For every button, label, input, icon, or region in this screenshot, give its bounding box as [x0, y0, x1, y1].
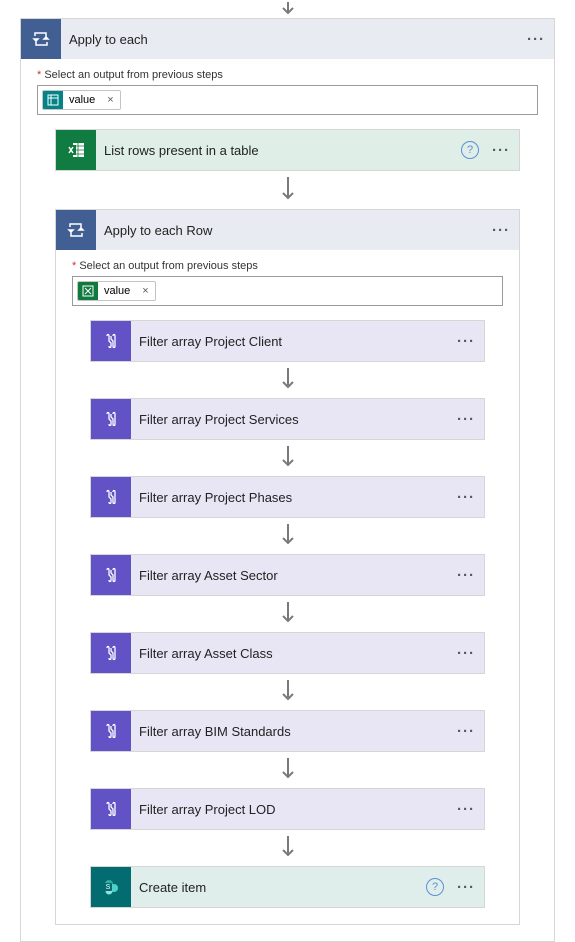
- action-title: Filter array Project LOD: [131, 802, 452, 817]
- action-title: Filter array Asset Sector: [131, 568, 452, 583]
- filter-icon: [91, 555, 131, 595]
- remove-token-icon[interactable]: ×: [136, 285, 154, 297]
- create-item-header[interactable]: S Create item? ···: [91, 867, 484, 907]
- more-menu[interactable]: ···: [452, 717, 480, 745]
- filter-icon: [91, 633, 131, 673]
- arrow: [90, 674, 485, 710]
- filter-icon: [91, 789, 131, 829]
- arrow: [90, 596, 485, 632]
- arrow: [90, 440, 485, 476]
- filter-icon: [91, 711, 131, 751]
- action-title: Filter array Project Services: [131, 412, 452, 427]
- filter-action: Filter array BIM Standards···: [90, 710, 485, 752]
- filter-action-header[interactable]: Filter array Asset Class···: [91, 633, 484, 673]
- more-menu[interactable]: ···: [452, 405, 480, 433]
- output-selector-input[interactable]: value ×: [37, 85, 538, 115]
- more-menu[interactable]: ···: [487, 216, 515, 244]
- more-menu[interactable]: ···: [452, 639, 480, 667]
- more-menu[interactable]: ···: [452, 561, 480, 589]
- help-icon[interactable]: ?: [461, 141, 479, 159]
- filter-action: Filter array Project Services···: [90, 398, 485, 440]
- action-title: Apply to each: [61, 32, 522, 47]
- remove-token-icon[interactable]: ×: [101, 94, 119, 106]
- more-menu[interactable]: ···: [522, 25, 550, 53]
- arrow: [90, 518, 485, 554]
- token-icon: [43, 90, 63, 110]
- field-label: * Select an output from previous steps: [72, 260, 503, 272]
- filter-action-header[interactable]: Filter array Project LOD···: [91, 789, 484, 829]
- filter-icon: [91, 321, 131, 361]
- create-item-action: S Create item? ···: [90, 866, 485, 908]
- filter-action: Filter array Asset Class···: [90, 632, 485, 674]
- filter-action-header[interactable]: Filter array BIM Standards···: [91, 711, 484, 751]
- apply-to-each-outer: Apply to each ··· * Select an output fro…: [20, 18, 555, 942]
- apply-to-each-row: Apply to each Row ··· * Select an output…: [55, 209, 520, 925]
- filter-icon: [91, 399, 131, 439]
- filter-action: Filter array Asset Sector···: [90, 554, 485, 596]
- filter-icon: [91, 477, 131, 517]
- help-icon[interactable]: ?: [426, 878, 444, 896]
- more-menu[interactable]: ···: [452, 795, 480, 823]
- more-menu[interactable]: ···: [452, 327, 480, 355]
- action-title: Filter array Project Client: [131, 334, 452, 349]
- arrow: [90, 830, 485, 866]
- apply-to-each-outer-header[interactable]: Apply to each ···: [21, 19, 554, 59]
- excel-icon: [56, 130, 96, 170]
- filter-action-header[interactable]: Filter array Project Services···: [91, 399, 484, 439]
- sharepoint-icon: S: [91, 867, 131, 907]
- filter-action-header[interactable]: Filter array Project Client···: [91, 321, 484, 361]
- filter-action: Filter array Project Phases···: [90, 476, 485, 518]
- filter-action-header[interactable]: Filter array Project Phases···: [91, 477, 484, 517]
- filter-action-header[interactable]: Filter array Asset Sector···: [91, 555, 484, 595]
- action-title: Create item: [131, 880, 426, 895]
- arrow: [90, 752, 485, 788]
- field-label: * Select an output from previous steps: [37, 69, 538, 81]
- loop-icon: [56, 210, 96, 250]
- filter-action: Filter array Project Client···: [90, 320, 485, 362]
- arrow: [55, 171, 520, 209]
- incoming-arrow: [20, 0, 555, 18]
- more-menu[interactable]: ···: [452, 873, 480, 901]
- more-menu[interactable]: ···: [452, 483, 480, 511]
- more-menu[interactable]: ···: [487, 136, 515, 164]
- action-title: Apply to each Row: [96, 223, 487, 238]
- token-icon: [78, 281, 98, 301]
- output-selector-input[interactable]: value ×: [72, 276, 503, 306]
- arrow: [90, 362, 485, 398]
- list-rows-action: List rows present in a table ? ···: [55, 129, 520, 171]
- action-title: List rows present in a table: [96, 143, 461, 158]
- action-title: Filter array Project Phases: [131, 490, 452, 505]
- value-token[interactable]: value ×: [77, 281, 156, 301]
- list-rows-header[interactable]: List rows present in a table ? ···: [56, 130, 519, 170]
- loop-icon: [21, 19, 61, 59]
- action-title: Filter array Asset Class: [131, 646, 452, 661]
- action-title: Filter array BIM Standards: [131, 724, 452, 739]
- svg-text:S: S: [106, 884, 111, 891]
- value-token[interactable]: value ×: [42, 90, 121, 110]
- apply-to-each-row-header[interactable]: Apply to each Row ···: [56, 210, 519, 250]
